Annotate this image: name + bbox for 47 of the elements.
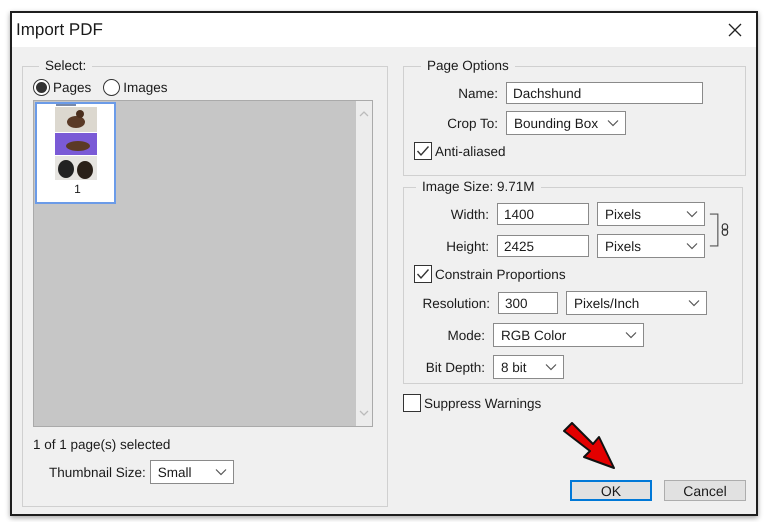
cancel-button[interactable]: Cancel: [664, 480, 746, 501]
mode-dropdown[interactable]: RGB Color: [493, 323, 644, 347]
chevron-icon: [607, 119, 619, 127]
group-title: Select:: [39, 58, 92, 73]
checkbox-label[interactable]: Anti-aliased: [435, 144, 506, 158]
field-label: Height:: [445, 238, 490, 254]
crop-to-dropdown[interactable]: Bounding Box: [506, 111, 626, 135]
pointer-arrow: [562, 422, 618, 472]
chevron-icon: [214, 468, 227, 476]
window-title: Import PDF: [16, 20, 103, 40]
page-thumbnail[interactable]: 1: [35, 102, 116, 204]
resolution-unit-dropdown[interactable]: Pixels/Inch: [566, 291, 707, 315]
resolution-field[interactable]: 300: [498, 292, 558, 314]
radio-button[interactable]: [103, 79, 120, 96]
chevron-icon: [686, 210, 698, 218]
radio-button[interactable]: [33, 79, 50, 96]
close-icon[interactable]: [728, 23, 742, 37]
field-label: Crop To:: [446, 116, 499, 130]
radio-label[interactable]: Images: [123, 80, 168, 95]
chevron-icon: [625, 331, 637, 339]
checkbox-label[interactable]: Suppress Warnings: [424, 396, 542, 410]
field-label: Width:: [450, 206, 490, 222]
checkbox[interactable]: [403, 394, 421, 412]
chevron-icon: [545, 363, 557, 371]
name-field[interactable]: Dachshund: [506, 82, 703, 104]
bit-depth-dropdown[interactable]: 8 bit: [493, 355, 564, 379]
selection-status: 1 of 1 page(s) selected: [33, 437, 172, 452]
width-field[interactable]: 1400: [497, 203, 589, 225]
thumbnail-size-label: Thumbnail Size:: [49, 464, 146, 480]
page-number: 1: [74, 182, 81, 196]
field-label: Mode:: [446, 328, 486, 342]
checkbox[interactable]: [414, 142, 432, 160]
checkbox-label[interactable]: Constrain Proportions: [435, 266, 566, 282]
group-title: Image Size: 9.71M: [416, 179, 541, 194]
height-field[interactable]: 2425: [497, 235, 589, 257]
ok-button[interactable]: OK: [570, 480, 652, 501]
field-label: Resolution:: [421, 296, 491, 310]
field-label: Name:: [457, 86, 499, 100]
group-title: Page Options: [421, 58, 515, 73]
chevron-icon: [688, 299, 700, 307]
height-unit-dropdown[interactable]: Pixels: [597, 234, 705, 258]
thumbnail-size-dropdown[interactable]: Small: [150, 460, 234, 484]
radio-label[interactable]: Pages: [53, 80, 92, 95]
chevron-icon: [686, 242, 698, 250]
width-unit-dropdown[interactable]: Pixels: [597, 202, 705, 226]
field-label: Bit Depth:: [424, 360, 486, 374]
checkbox[interactable]: [414, 265, 432, 283]
